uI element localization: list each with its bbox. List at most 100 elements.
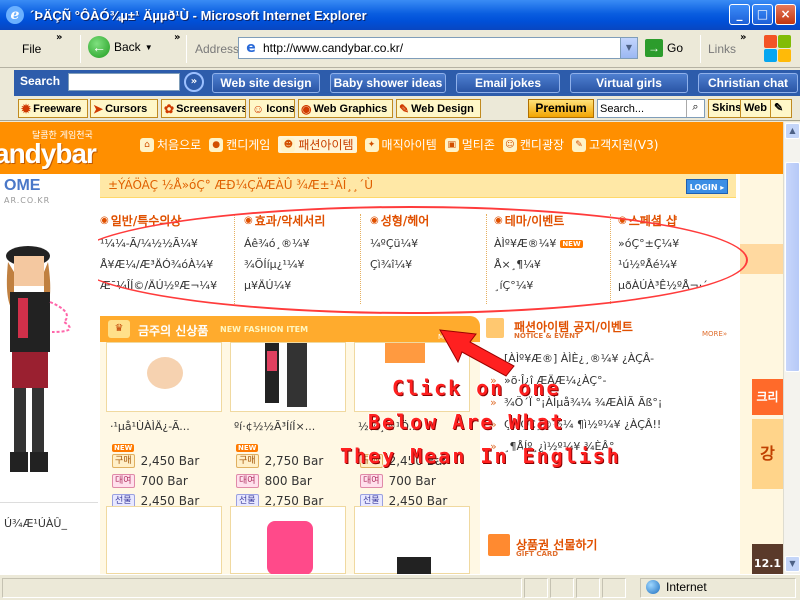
ie-logo-icon: e [6, 6, 24, 24]
product-image[interactable] [230, 506, 346, 574]
back-label: Back [114, 40, 141, 54]
highlight-icon[interactable]: ✎ [770, 99, 792, 118]
icons-button[interactable]: ☺ Icons [249, 99, 295, 118]
web-design-button[interactable]: ✎ Web Design [396, 99, 481, 118]
maximize-button[interactable]: □ [752, 4, 773, 25]
menu-chevron-icon[interactable]: » [56, 32, 62, 43]
notice-subtitle: NOTICE & EVENT [514, 332, 580, 340]
magic-icon: ✦ [364, 137, 379, 152]
notice-item[interactable]: [ÀÌº¥Æ®] ÀÌÈ¿¸®¼¥ ¿ÀÇÂ- [490, 348, 736, 370]
search-tab-virtual-girls[interactable]: Virtual girls [570, 73, 688, 93]
links-button[interactable]: Links [708, 42, 736, 56]
nav-item-plaza[interactable]: ☺ 캔디광장 [502, 136, 564, 153]
scroll-up-icon[interactable]: ▲ [785, 123, 800, 139]
premium-button[interactable]: Premium [528, 99, 594, 118]
price-row: 대여 700 Bar [360, 474, 436, 488]
nav-item-home[interactable]: ⌂ 처음으로 [140, 136, 201, 153]
buy-tag[interactable]: 구매 [112, 454, 135, 468]
gift-box-icon [488, 534, 510, 556]
close-button[interactable]: × [775, 4, 796, 25]
url-text[interactable]: http://www.candybar.co.kr/ [263, 41, 403, 55]
toolbar-divider [700, 35, 701, 63]
file-menu[interactable]: File [0, 30, 56, 67]
back-button[interactable]: ← Back ▼ [88, 36, 153, 58]
home-banner[interactable]: OME AR.CO.KR [0, 174, 100, 212]
vertical-scrollbar[interactable]: ▲ ▼ [783, 122, 800, 574]
product-image[interactable] [106, 342, 222, 412]
search-label: Search [20, 74, 61, 88]
screensavers-button[interactable]: ✿ Screensavers [161, 99, 246, 118]
toolbar-chevron-icon[interactable]: » [174, 32, 180, 43]
windows-logo-icon [762, 33, 794, 65]
cursor-arrows-icon: ➤ [93, 101, 104, 116]
search-tab-baby-shower[interactable]: Baby shower ideas [330, 73, 446, 93]
new-badge: NEW [236, 444, 259, 452]
annotation-ellipse [72, 206, 748, 314]
product-image[interactable] [230, 342, 346, 412]
avatar-panel[interactable] [0, 212, 98, 502]
freeware-button[interactable]: ✹ Freeware [18, 99, 88, 118]
scroll-down-icon[interactable]: ▼ [785, 556, 800, 572]
product-name[interactable]: ·¹µå¹ÙÀÌÄ¿-Ã... [110, 420, 228, 433]
price-row: 구매 2,450 Bar [112, 454, 199, 468]
nav-item-candy-game[interactable]: ● 캔디게임 [209, 136, 270, 153]
web-graphics-button[interactable]: ◉ Web Graphics [298, 99, 393, 118]
rent-tag[interactable]: 대여 [112, 474, 135, 488]
avatar-info: Ú¾Æ¹ÚÀÛ_ [0, 502, 98, 574]
site-nav: ⌂ 처음으로 ● 캔디게임 ☻ 패션아이템 ✦ 매직아이템 ▣ 멀티존 ☺ 캔디광장 ✎ 고객… [140, 136, 658, 153]
candy-search-placeholder[interactable]: Search... [598, 103, 686, 115]
product-image[interactable] [106, 506, 222, 574]
logo-text: andybar [0, 138, 97, 169]
rent-tag[interactable]: 대여 [236, 474, 259, 488]
notice-more-link[interactable]: MORE» [702, 330, 727, 338]
new-badge: NEW [112, 444, 135, 452]
login-button[interactable]: LOGIN ▸ [686, 179, 728, 194]
annotation-text: Below Are What [368, 410, 565, 434]
site-logo[interactable]: 달콤한 게임천국 andybar [0, 122, 130, 174]
arrow-bullet-icon: ◉ [100, 215, 109, 226]
gift-card-promo[interactable]: 상품권 선물하기 GIFT CARD [486, 532, 736, 574]
weekly-header: ♛ 금주의 신상품 NEW FASHION ITEM M [100, 316, 480, 342]
right-banner-label: 12.1 [752, 544, 783, 574]
nav-item-multizone[interactable]: ▣ 멀티존 [444, 136, 495, 153]
nav-item-fashion[interactable]: ☻ 패션아이템 [278, 136, 357, 153]
search-tab-christian-chat[interactable]: Christian chat [698, 73, 798, 93]
graphics-icon: ◉ [301, 101, 312, 116]
home-title: OME [4, 177, 41, 194]
links-chevron-icon[interactable]: » [740, 32, 746, 43]
magnifier-icon[interactable]: ⌕ [686, 100, 704, 117]
buy-tag[interactable]: 구매 [236, 454, 259, 468]
weekly-title: 금주의 신상품 [138, 324, 209, 338]
annotation-arrow-icon [439, 329, 515, 377]
notice-header: 패션아이템 공지/이벤트 NOTICE & EVENT MORE» [486, 316, 736, 342]
support-icon: ✎ [572, 137, 587, 152]
go-arrow-icon: → [645, 39, 663, 57]
globe-icon [646, 580, 660, 594]
rent-tag[interactable]: 대여 [360, 474, 383, 488]
annotation-text: They Mean In English [340, 444, 621, 468]
address-dropdown-icon[interactable]: ▼ [620, 38, 637, 58]
title-bar: e ´ÞÄÇÑ °ÔÀÓ¾µ±¹ Äµµð¹Ù - Microsoft Inte… [0, 0, 800, 30]
scroll-thumb[interactable] [785, 162, 800, 372]
search-tab-web-site-design[interactable]: Web site design [212, 73, 320, 93]
nav-item-support[interactable]: ✎ 고객지원(V3) [572, 136, 658, 153]
avatar-info-text: Ú¾Æ¹ÚÀÛ_ [4, 517, 67, 530]
nav-item-magic[interactable]: ✦ 매직아이템 [364, 136, 437, 153]
product-name[interactable]: ºí·¢½½Ã³ÍíÍ×... [234, 420, 352, 433]
web-button[interactable]: Web [740, 99, 772, 118]
candy-search-field[interactable]: Search... ⌕ [597, 99, 705, 118]
search-go-icon[interactable]: » [184, 72, 204, 92]
hero-text: ±ÝÁÖÀÇ ½Å»óÇ° ÆÐ¼ÇÄÆÀÛ ¾Æ±¹ÀÎ¸¸´Ù [108, 178, 374, 192]
address-bar[interactable]: e http://www.candybar.co.kr/ ▼ [238, 37, 638, 59]
cursors-button[interactable]: ➤ Cursors [90, 99, 158, 118]
go-button[interactable]: → Go [645, 39, 683, 57]
gift-subtitle: GIFT CARD [516, 550, 559, 558]
fashion-icon: ☻ [281, 137, 296, 152]
avatar-figure [6, 246, 71, 472]
product-image[interactable] [354, 506, 470, 574]
right-banner[interactable]: 크리 강 12.1 [740, 174, 783, 574]
search-input[interactable] [68, 73, 180, 91]
back-dropdown-icon[interactable]: ▼ [145, 43, 153, 52]
search-tab-email-jokes[interactable]: Email jokes [456, 73, 560, 93]
minimize-button[interactable]: _ [729, 4, 750, 25]
